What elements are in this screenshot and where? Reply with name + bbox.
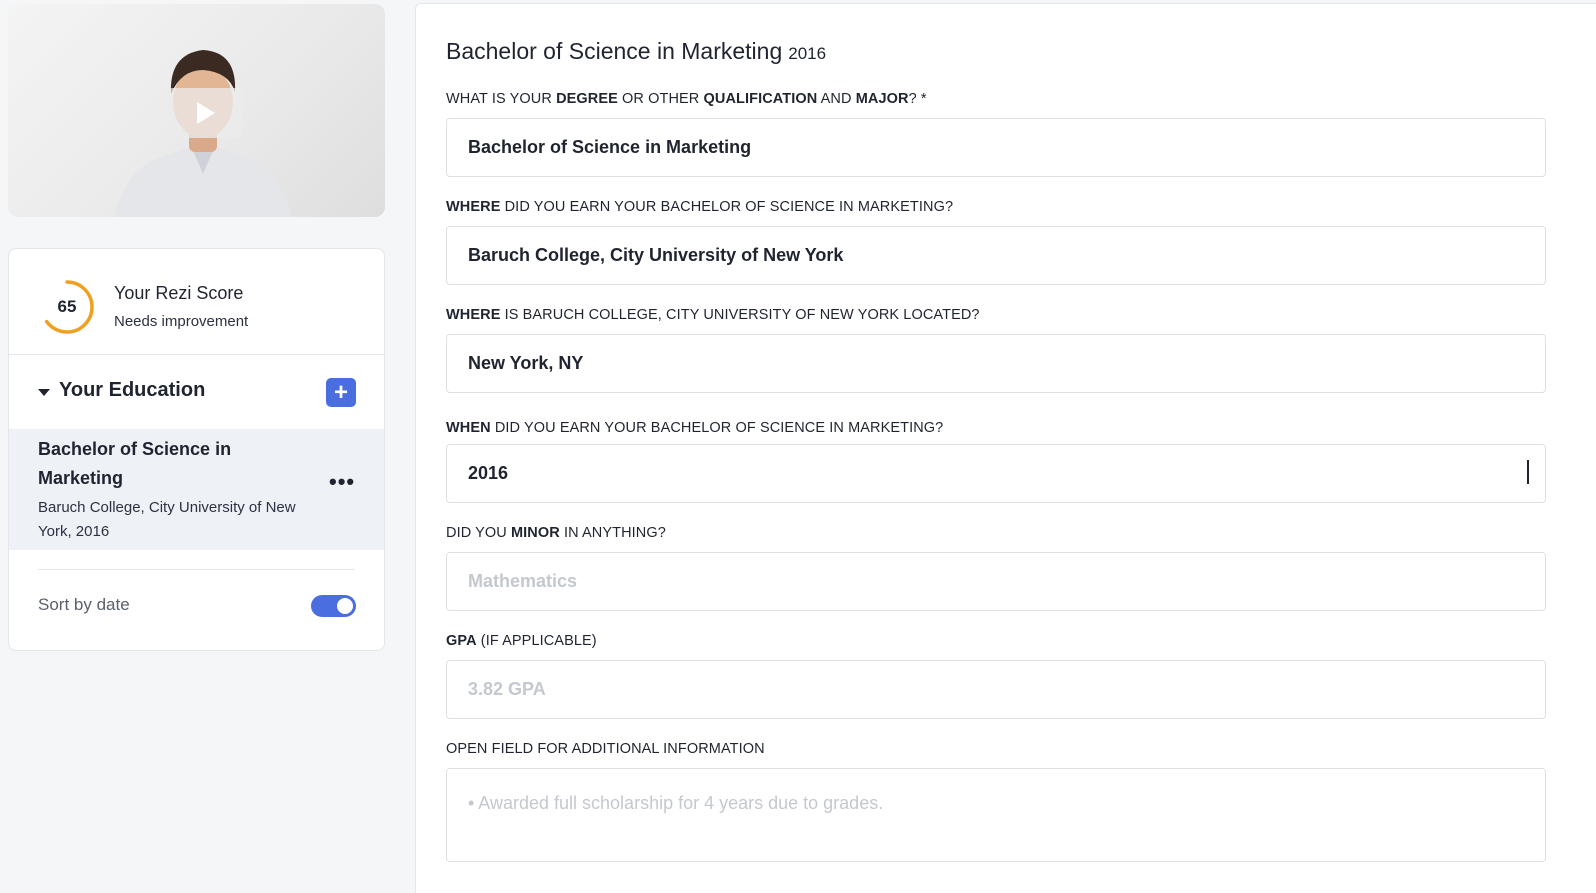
location-input[interactable]: New York, NY	[446, 334, 1546, 393]
education-item-title: Bachelor of Science in Marketing	[38, 439, 232, 488]
play-button[interactable]	[168, 88, 243, 138]
score-status: Needs improvement	[114, 313, 249, 330]
minor-input[interactable]: Mathematics	[446, 552, 1546, 611]
additional-info-textarea[interactable]: • Awarded full scholarship for 4 years d…	[446, 768, 1546, 862]
sort-by-date-toggle[interactable]	[311, 595, 356, 617]
education-item-subtitle: Baruch College, City University of New Y…	[38, 499, 296, 540]
date-input-value: 2016	[468, 463, 509, 483]
add-education-button[interactable]: +	[326, 378, 356, 407]
education-section-title[interactable]: Your Education	[59, 379, 205, 402]
gpa-label: GPA (IF APPLICABLE)	[446, 633, 597, 649]
play-icon	[196, 102, 215, 124]
form-title: Bachelor of Science in Marketing 2016	[446, 38, 826, 65]
school-label: WHERE DID YOU EARN YOUR BACHELOR OF SCIE…	[446, 199, 954, 215]
score-title: Your Rezi Score	[114, 283, 244, 303]
location-label: WHERE IS BARUCH COLLEGE, CITY UNIVERSITY…	[446, 307, 980, 323]
school-input[interactable]: Baruch College, City University of New Y…	[446, 226, 1546, 285]
education-form: Bachelor of Science in Marketing 2016 WHA…	[415, 3, 1596, 893]
divider	[38, 569, 355, 570]
additional-info-label: OPEN FIELD FOR ADDITIONAL INFORMATION	[446, 741, 765, 757]
gpa-input[interactable]: 3.82 GPA	[446, 660, 1546, 719]
date-input[interactable]: 2016	[446, 444, 1546, 503]
more-options-icon[interactable]: •••	[329, 471, 354, 498]
minor-label: DID YOU MINOR IN ANYTHING?	[446, 525, 666, 541]
degree-input[interactable]: Bachelor of Science in Marketing	[446, 118, 1546, 177]
degree-label: WHAT IS YOUR DEGREE OR OTHER QUALIFICATI…	[446, 91, 927, 107]
form-title-text: Bachelor of Science in Marketing	[446, 38, 783, 64]
side-panel: 65 Your Rezi Score Needs improvement You…	[8, 248, 385, 651]
score-value: 65	[57, 297, 77, 316]
intro-video[interactable]	[8, 4, 385, 217]
sort-by-date-label: Sort by date	[38, 595, 130, 614]
caret-down-icon[interactable]	[38, 389, 50, 396]
text-cursor	[1527, 460, 1529, 484]
date-label: WHEN DID YOU EARN YOUR BACHELOR OF SCIEN…	[446, 420, 944, 436]
form-title-year: 2016	[788, 44, 827, 63]
toggle-knob	[337, 598, 353, 614]
